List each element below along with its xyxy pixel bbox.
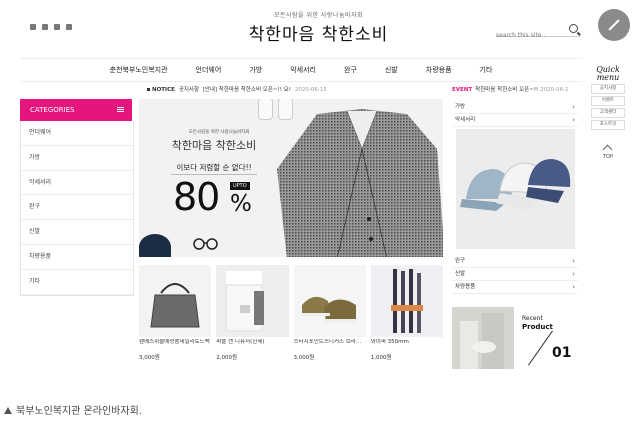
category-item[interactable]: 악세서리 [21,171,133,196]
event-date: 2020-06-1 [540,87,569,93]
nav-item-center[interactable]: 춘천북부노인복지관 [96,59,182,81]
banner-upto-badge: UPTO [230,182,250,190]
product-image[interactable] [293,265,366,337]
product-name[interactable]: 와이퍼 350mm [371,339,443,353]
product-price: 3,000원 [139,355,160,361]
expand-icon[interactable] [598,9,630,41]
notice-category: 공지사항 [178,87,200,93]
main-banner[interactable]: 모든사람을 위한 사랑나눔바자회 착한마음 착한소비 이보다 저렴할 순 없다!… [139,99,443,257]
product-card[interactable]: 퍼플 캔 디퓨저(한세) 2,000원 [216,265,289,361]
product-grid: 팬에스위블에성품데일리토드백 3,000원 퍼플 캔 디퓨저(한세) 2,000… [139,265,443,361]
product-name[interactable]: 스타지포인트스니커즈 브라... [294,339,366,353]
product-image[interactable] [139,265,212,337]
category-item[interactable]: 기타 [21,270,133,295]
product-card[interactable]: 팬에스위블에성품데일리토드백 3,000원 [139,265,212,361]
notice-bar[interactable]: NOTICE 공지사항 [안내] 착한마음 착한소비 오픈~!! 요! 2020-0… [147,85,327,93]
category-item[interactable]: 차량용품 [21,245,133,270]
categories-title: CATEGORIES [30,106,75,114]
right-category-item[interactable]: 악세서리 [452,114,578,127]
recent-divider [528,330,553,366]
nav-item-toy[interactable]: 완구 [330,59,371,81]
categories-header[interactable]: CATEGORIES [20,99,132,121]
notice-date: 2020-06-15 [294,87,327,93]
right-category-item[interactable]: 신발 [452,268,578,281]
top-button[interactable]: TOP [591,154,625,160]
quick-item-support[interactable]: 고객센터 [591,108,625,118]
event-label: EVENT [452,87,473,93]
notice-bullet-icon [147,88,150,91]
hat-image [139,234,171,257]
image-caption: 북부노인복지관 온라인바자회. [4,402,142,417]
event-text[interactable]: 착한마음 착한소비 오픈~!! [475,87,538,93]
right-category-list-top: 가방 악세서리 [452,101,578,127]
notice-text[interactable]: [안내] 착한마음 착한소비 오픈~!! 요! [203,87,291,93]
search-icon[interactable] [569,24,578,33]
nav-item-bag[interactable]: 가방 [235,59,276,81]
product-image[interactable] [370,265,443,337]
right-category-list-bottom: 완구 신발 차량용품 [452,255,578,294]
recent-product-label: Product [522,323,553,331]
category-item[interactable]: 신발 [21,220,133,245]
jacket-image [277,109,443,257]
glasses-image [193,238,218,250]
quick-item-postit[interactable]: 포스트잇 [591,120,625,130]
menu-icon[interactable] [117,107,124,108]
product-image[interactable] [216,265,289,337]
quick-item-event[interactable]: 이벤트 [591,96,625,106]
product-name[interactable]: 퍼플 캔 디퓨저(한세) [216,339,288,353]
nav-item-shoes[interactable]: 신발 [371,59,412,81]
nav-item-car[interactable]: 차량용품 [412,59,466,81]
caps-image[interactable] [456,129,575,249]
recent-label: Recent [522,315,543,322]
banner-subtitle: 이보다 저렴할 순 없다!! [176,163,252,172]
right-category-item[interactable]: 가방 [452,101,578,114]
quick-menu: Quick menu 공지사항 이벤트 고객센터 포스트잇 TOP [591,65,625,160]
event-bar[interactable]: EVENT 착한마음 착한소비 오픈~!! 2020-06-1 [452,85,568,93]
quick-item-notice[interactable]: 공지사항 [591,84,625,94]
banner-percent-sign: % [230,191,252,217]
search-box [496,22,580,41]
chevron-up-icon[interactable] [602,144,613,155]
right-category-item[interactable]: 완구 [452,255,578,268]
nav-item-underwear[interactable]: 언더웨어 [182,59,236,81]
category-item[interactable]: 완구 [21,195,133,221]
quick-menu-title: Quick menu [596,65,620,82]
website-frame: 모든사람을 위한 사랑나눔바자회 착한마음 착한소비 춘천북부노인복지관 언더웨… [0,0,637,382]
category-list: 언더웨어 가방 악세서리 완구 신발 차량용품 기타 [20,121,134,296]
triangle-up-icon [4,407,12,414]
caption-text: 북부노인복지관 온라인바자회. [16,406,142,417]
banner-small-text: 모든사람을 위한 사랑나눔바자회 [188,130,250,135]
main-nav: 춘천북부노인복지관 언더웨어 가방 악세서리 완구 신발 차량용품 기타 [20,58,582,82]
product-card[interactable]: 스타지포인트스니커즈 브라... 3,000원 [293,265,366,361]
nav-item-accessory[interactable]: 악세서리 [276,59,330,81]
notice-label: NOTICE [152,87,175,93]
recent-product-image[interactable] [452,307,514,369]
search-input[interactable] [496,30,562,41]
banner-title: 착한마음 착한소비 [171,139,257,152]
product-price: 3,000원 [293,355,315,361]
site-tagline: 모든사람을 위한 사랑나눔바자회 [273,12,364,19]
product-card[interactable]: 와이퍼 350mm 1,000원 [370,265,443,361]
recent-product[interactable]: Recent Product 01 [452,307,578,369]
banner-percent: 80 [173,175,220,219]
product-price: 2,000원 [216,355,238,361]
product-name[interactable]: 팬에스위블에성품데일리토드백 [139,339,211,353]
nav-item-etc[interactable]: 기타 [466,59,507,81]
right-category-item[interactable]: 차량용품 [452,281,578,294]
category-item[interactable]: 언더웨어 [21,121,133,146]
recent-count: 01 [552,345,572,361]
category-item[interactable]: 가방 [21,146,133,171]
product-price: 1,000원 [370,355,392,361]
